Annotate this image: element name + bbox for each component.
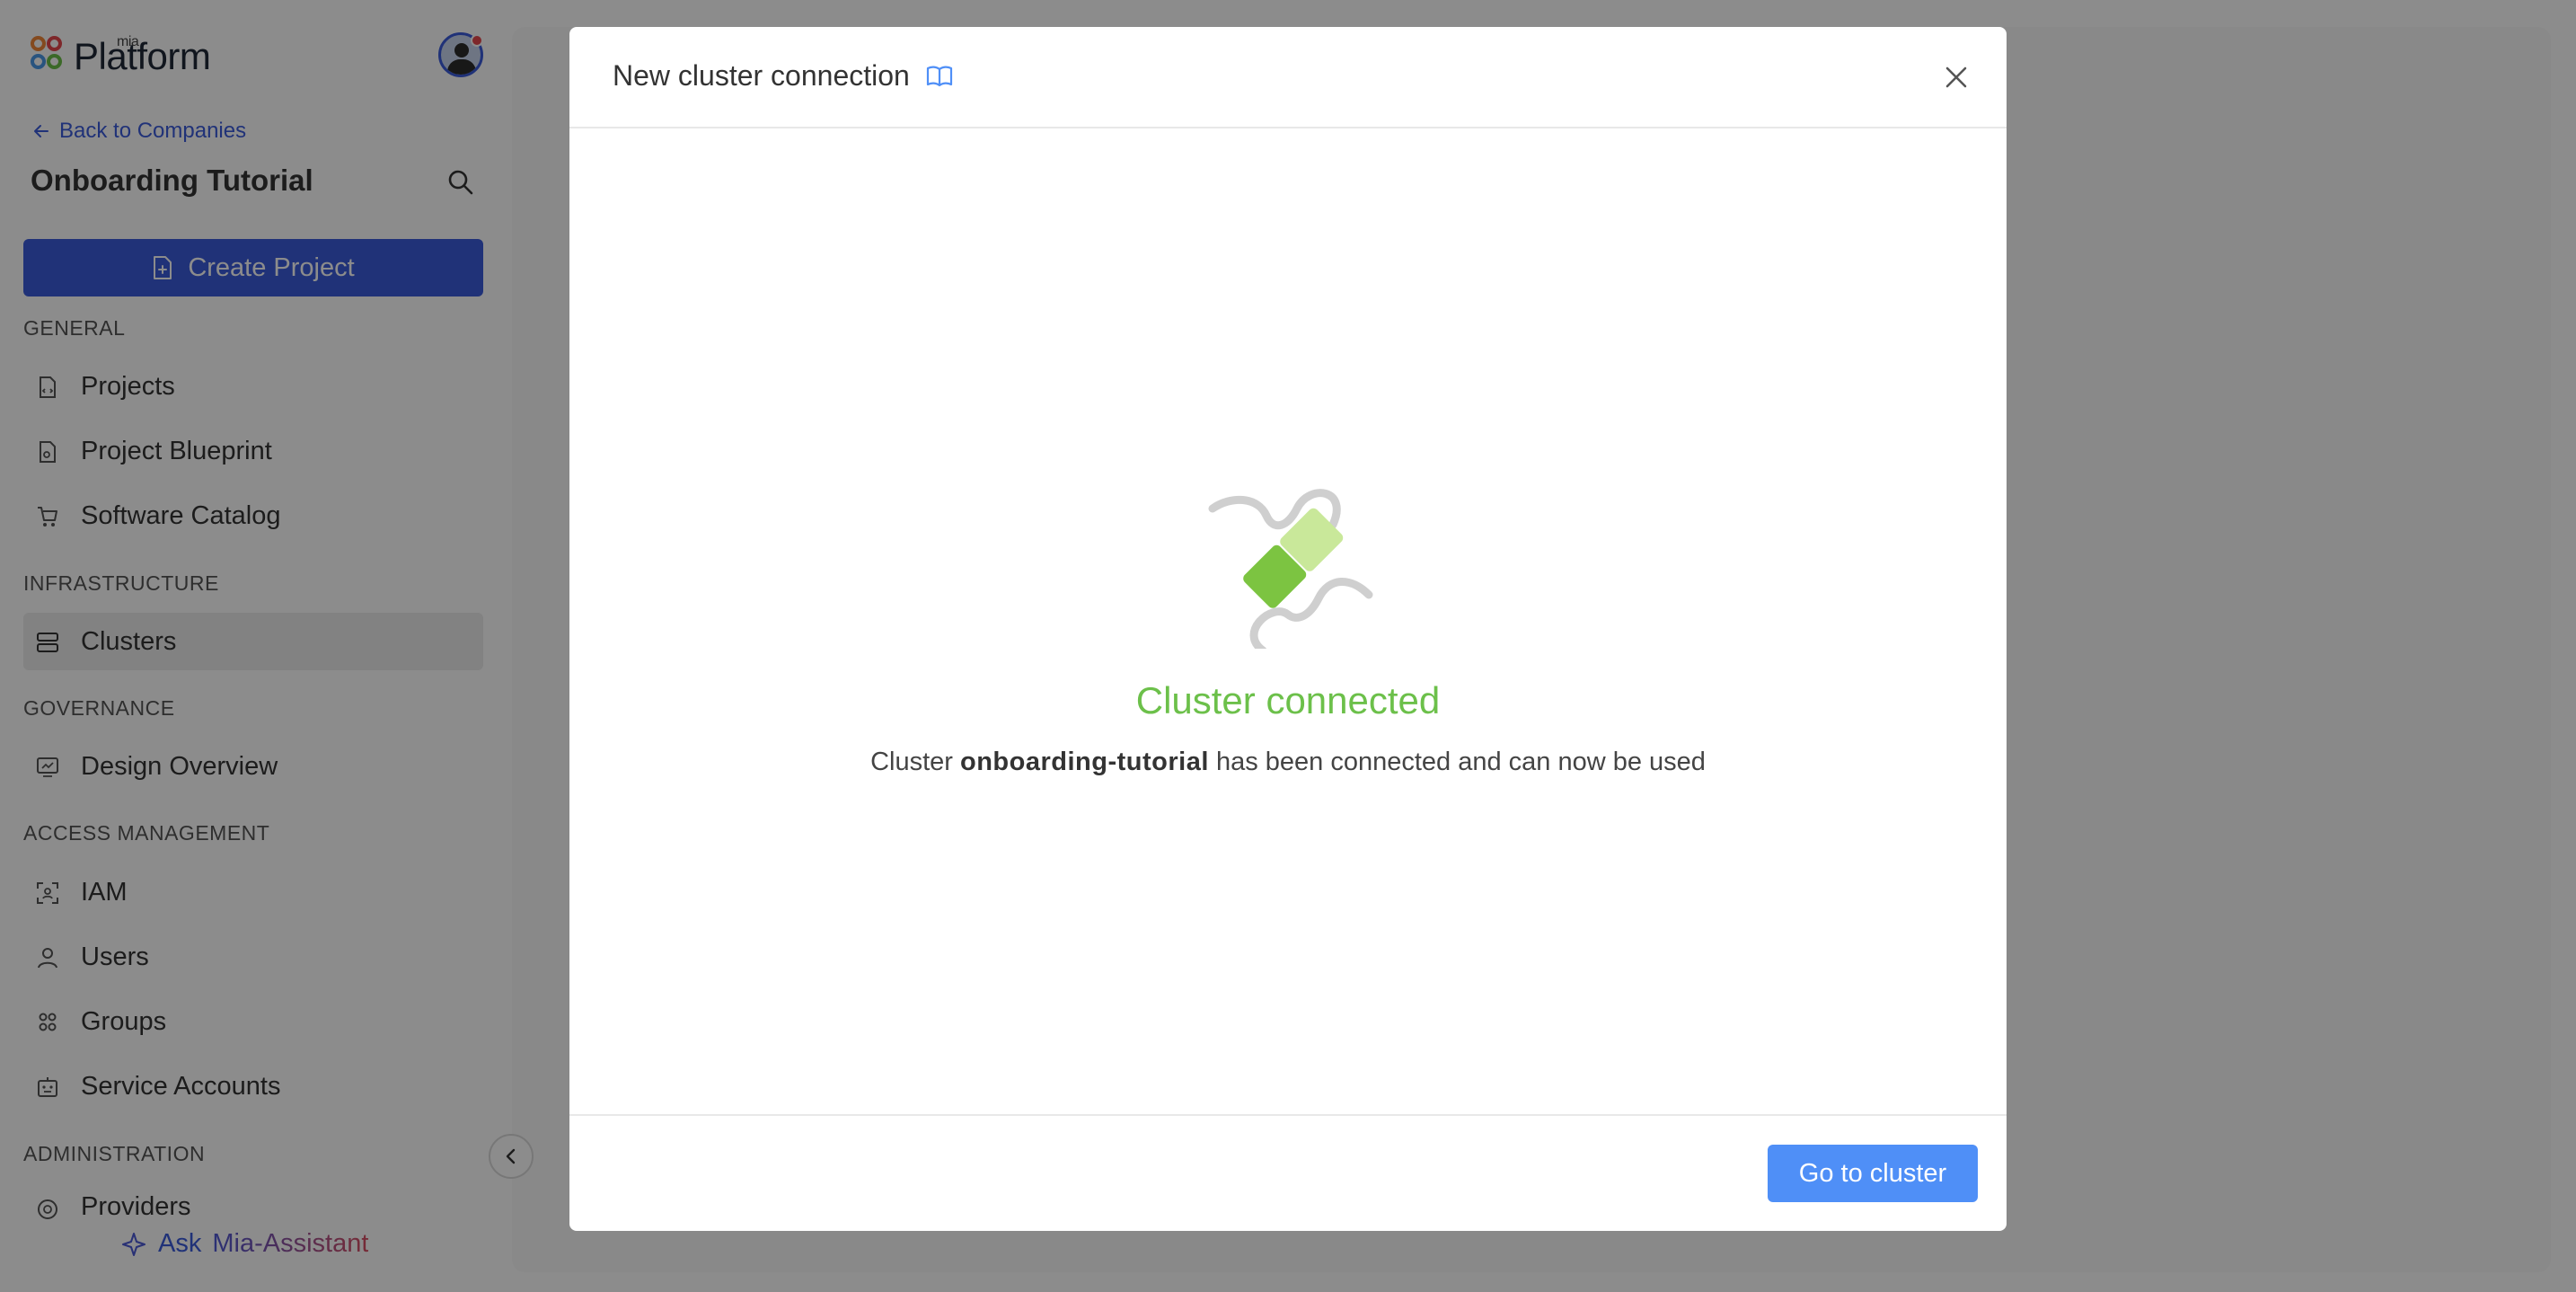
new-cluster-connection-modal: New cluster connection Cluster connected… [569, 27, 2007, 1231]
modal-title-text: New cluster connection [613, 59, 910, 92]
desc-suffix: has been connected and can now be used [1215, 748, 1706, 776]
cluster-name: onboarding-tutorial [959, 748, 1209, 776]
status-title: Cluster connected [1135, 679, 1441, 721]
documentation-book-icon[interactable] [926, 65, 953, 88]
modal-title: New cluster connection [613, 59, 953, 93]
close-icon[interactable] [1938, 59, 1974, 95]
plug-connected-icon [1208, 489, 1373, 649]
go-to-cluster-button[interactable]: Go to cluster [1768, 1145, 1978, 1202]
modal-header: New cluster connection [569, 27, 2007, 128]
desc-prefix: Cluster [870, 748, 953, 776]
status-description: Cluster onboarding-tutorial has been con… [569, 748, 2007, 777]
